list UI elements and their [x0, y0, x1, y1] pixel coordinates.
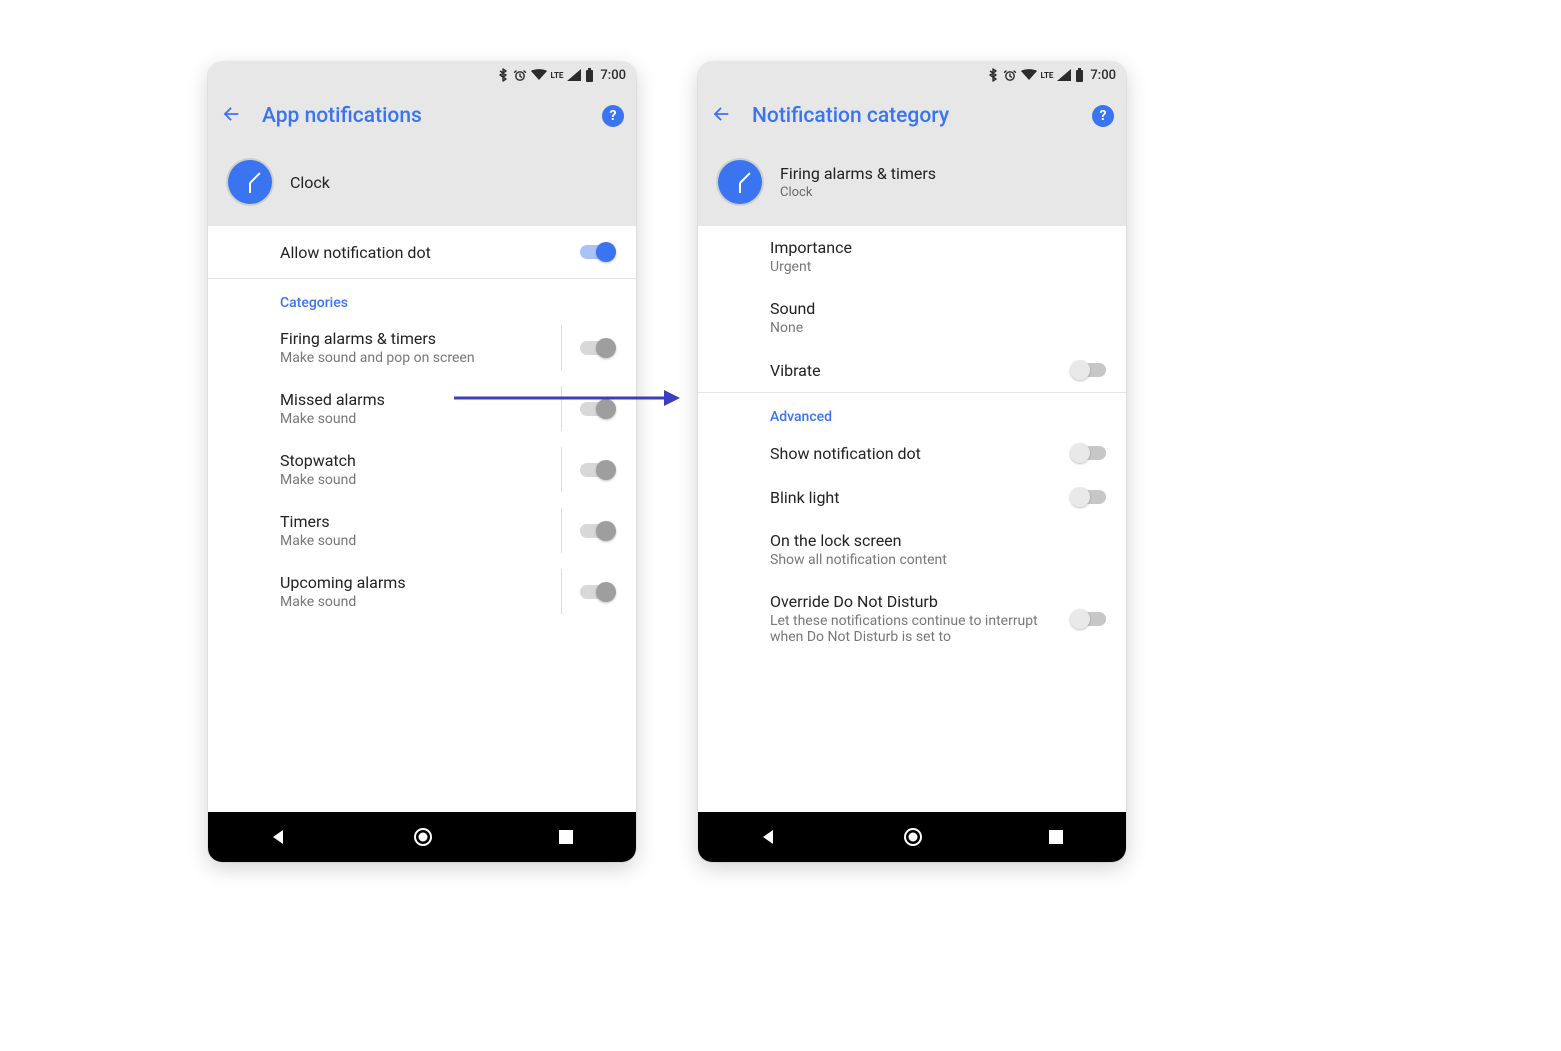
category-title: Timers: [280, 512, 570, 531]
nav-recent-icon[interactable]: [558, 829, 574, 845]
stage: LTE 7:00 App notifications ? Clock Allow: [0, 0, 1561, 1051]
importance-row[interactable]: Importance Urgent: [698, 226, 1126, 287]
allow-dot-switch[interactable]: [580, 242, 616, 262]
phone-notification-category: LTE 7:00 Notification category ? Firing …: [698, 62, 1126, 862]
advanced-header: Advanced: [698, 393, 1126, 431]
back-icon[interactable]: [710, 103, 732, 129]
nav-home-icon[interactable]: [412, 826, 434, 848]
allow-dot-label: Allow notification dot: [280, 243, 570, 262]
importance-value: Urgent: [770, 259, 1096, 275]
category-switch[interactable]: [580, 582, 616, 602]
sound-label: Sound: [770, 299, 1096, 318]
channel-name: Firing alarms & timers: [780, 164, 936, 183]
sound-row[interactable]: Sound None: [698, 287, 1126, 348]
category-sub: Make sound: [280, 472, 570, 488]
battery-icon: [585, 68, 594, 82]
category-title: Upcoming alarms: [280, 573, 570, 592]
importance-label: Importance: [770, 238, 1096, 257]
wifi-icon: [1021, 69, 1037, 81]
category-stopwatch[interactable]: Stopwatch Make sound: [208, 439, 636, 500]
dnd-sub: Let these notifications continue to inte…: [770, 613, 1060, 645]
category-missed-alarms[interactable]: Missed alarms Make sound: [208, 378, 636, 439]
lte-icon: LTE: [551, 71, 564, 80]
blink-light-row[interactable]: Blink light: [698, 475, 1126, 519]
bluetooth-icon: [497, 68, 509, 82]
battery-icon: [1075, 68, 1084, 82]
category-title: Missed alarms: [280, 390, 570, 409]
vibrate-row[interactable]: Vibrate: [698, 348, 1126, 392]
blink-label: Blink light: [770, 488, 1060, 507]
category-title: Firing alarms & timers: [280, 329, 570, 348]
show-dot-row[interactable]: Show notification dot: [698, 431, 1126, 475]
signal-icon: [567, 69, 581, 81]
content: Importance Urgent Sound None Vibrate Adv…: [698, 226, 1126, 685]
bluetooth-icon: [987, 68, 999, 82]
status-bar: LTE 7:00: [208, 62, 636, 88]
nav-back-icon[interactable]: [270, 828, 288, 846]
category-sub: Make sound and pop on screen: [280, 350, 570, 366]
divider-vertical: [561, 325, 562, 370]
alarm-icon: [513, 68, 527, 82]
vibrate-label: Vibrate: [770, 361, 1060, 380]
app-bar: Notification category ?: [698, 88, 1126, 144]
app-header: Firing alarms & timers Clock: [698, 144, 1126, 226]
lock-label: On the lock screen: [770, 531, 1096, 550]
allow-notification-dot-row[interactable]: Allow notification dot: [208, 226, 636, 278]
divider-vertical: [561, 447, 562, 492]
lock-value: Show all notification content: [770, 552, 1096, 568]
vibrate-switch[interactable]: [1070, 360, 1106, 380]
page-title: Notification category: [752, 104, 1072, 128]
show-dot-label: Show notification dot: [770, 444, 1060, 463]
android-navbar: [698, 812, 1126, 862]
blink-switch[interactable]: [1070, 487, 1106, 507]
status-time: 7:00: [1090, 68, 1116, 83]
help-icon[interactable]: ?: [1092, 105, 1114, 127]
content: Allow notification dot Categories Firing…: [208, 226, 636, 622]
clock-app-icon: [228, 160, 272, 204]
override-dnd-row[interactable]: Override Do Not Disturb Let these notifi…: [698, 580, 1126, 685]
lte-icon: LTE: [1041, 71, 1054, 80]
wifi-icon: [531, 69, 547, 81]
dnd-label: Override Do Not Disturb: [770, 592, 1060, 611]
nav-back-icon[interactable]: [760, 828, 778, 846]
app-bar: App notifications ?: [208, 88, 636, 144]
category-timers[interactable]: Timers Make sound: [208, 500, 636, 561]
app-header: Clock: [208, 144, 636, 226]
app-name: Clock: [290, 173, 330, 192]
category-switch[interactable]: [580, 521, 616, 541]
app-name-sub: Clock: [780, 185, 936, 200]
sound-value: None: [770, 320, 1096, 336]
show-dot-switch[interactable]: [1070, 443, 1106, 463]
category-upcoming-alarms[interactable]: Upcoming alarms Make sound: [208, 561, 636, 622]
help-icon[interactable]: ?: [602, 105, 624, 127]
category-title: Stopwatch: [280, 451, 570, 470]
page-title: App notifications: [262, 104, 582, 128]
category-firing-alarms[interactable]: Firing alarms & timers Make sound and po…: [208, 317, 636, 378]
lock-screen-row[interactable]: On the lock screen Show all notification…: [698, 519, 1126, 580]
divider-vertical: [561, 508, 562, 553]
alarm-icon: [1003, 68, 1017, 82]
divider-vertical: [561, 569, 562, 614]
divider-vertical: [561, 386, 562, 431]
clock-app-icon: [718, 160, 762, 204]
category-sub: Make sound: [280, 594, 570, 610]
back-icon[interactable]: [220, 103, 242, 129]
category-switch[interactable]: [580, 338, 616, 358]
category-switch[interactable]: [580, 460, 616, 480]
phone-app-notifications: LTE 7:00 App notifications ? Clock Allow: [208, 62, 636, 862]
dnd-switch[interactable]: [1070, 609, 1106, 629]
status-bar: LTE 7:00: [698, 62, 1126, 88]
nav-home-icon[interactable]: [902, 826, 924, 848]
category-switch[interactable]: [580, 399, 616, 419]
nav-recent-icon[interactable]: [1048, 829, 1064, 845]
category-sub: Make sound: [280, 533, 570, 549]
categories-header: Categories: [208, 279, 636, 317]
status-time: 7:00: [600, 68, 626, 83]
signal-icon: [1057, 69, 1071, 81]
android-navbar: [208, 812, 636, 862]
category-sub: Make sound: [280, 411, 570, 427]
